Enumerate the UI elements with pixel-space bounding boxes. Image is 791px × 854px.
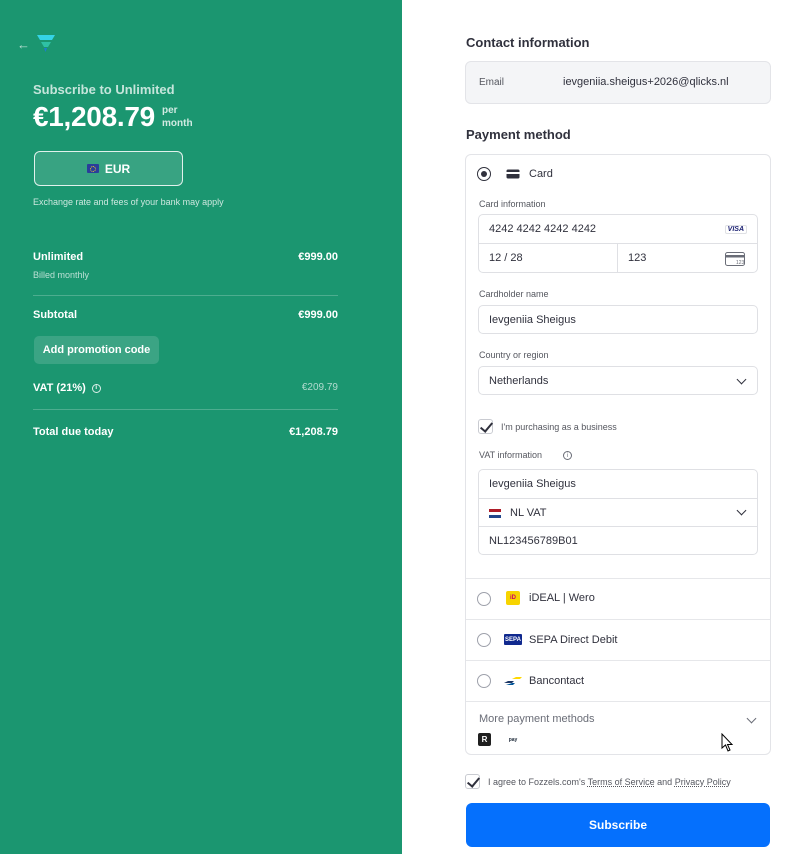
bancontact-label: Bancontact	[529, 675, 585, 687]
email-label: Email	[479, 77, 505, 88]
cardholder-value: Ievgeniia Sheigus	[489, 313, 576, 326]
expiry-value: 12 / 28	[489, 252, 523, 264]
vat-info-label: VAT information	[479, 450, 543, 460]
cardholder-label: Cardholder name	[479, 289, 549, 299]
cvc-card-icon: 123	[725, 252, 745, 266]
business-label: I'm purchasing as a business	[501, 422, 617, 432]
privacy-link[interactable]: Privacy Policy	[675, 777, 731, 787]
chevron-down-icon	[736, 505, 747, 516]
per-label: per	[162, 105, 178, 116]
vat-name-input[interactable]: Ievgeniia Sheigus	[478, 469, 758, 499]
email-value: ievgeniia.sheigus+2026@qlicks.nl	[563, 76, 729, 88]
plan-name: Unlimited	[33, 251, 84, 263]
vat-type-value: NL VAT	[510, 507, 547, 519]
subscribe-title: Subscribe to Unlimited	[33, 82, 175, 97]
plan-price: €999.00	[298, 251, 338, 263]
terms-text: I agree to Fozzels.com's Terms of Servic…	[488, 777, 731, 787]
revolut-pay-icon: R	[478, 733, 491, 746]
bancontact-icon	[504, 677, 522, 685]
country-select[interactable]: Netherlands	[478, 366, 758, 395]
terms-link[interactable]: Terms of Service	[588, 777, 655, 787]
svg-text:123: 123	[736, 260, 745, 266]
nl-flag-icon	[489, 509, 501, 518]
price-period: per month	[162, 104, 193, 130]
expiry-input[interactable]: 12 / 28	[478, 243, 618, 273]
terms-checkbox[interactable]	[465, 774, 480, 789]
divider	[466, 619, 770, 620]
info-icon[interactable]: i	[91, 383, 101, 393]
arrow-left-icon[interactable]: ←	[17, 37, 30, 52]
sepa-icon: SEPA	[504, 634, 522, 645]
and-text: and	[657, 777, 673, 787]
ideal-icon: iD	[506, 591, 520, 605]
total-value: €1,208.79	[289, 426, 338, 438]
country-value: Netherlands	[489, 374, 549, 387]
visa-icon: VISA	[724, 225, 747, 234]
subtotal-line: Subtotal €999.00	[33, 309, 338, 321]
info-icon[interactable]: i	[563, 451, 572, 460]
divider	[466, 701, 770, 702]
business-checkbox[interactable]	[478, 419, 493, 434]
order-summary-panel: ← Subscribe to Unlimited €1,208.79 per m…	[0, 0, 402, 854]
ideal-label: iDEAL | Wero	[529, 592, 595, 604]
cardholder-input[interactable]: Ievgeniia Sheigus	[478, 305, 758, 334]
cvc-input[interactable]: 123 123	[617, 243, 758, 273]
vat-value: €209.79	[301, 382, 338, 393]
vat-label: VAT (21%)	[33, 382, 86, 394]
chevron-down-icon	[736, 374, 747, 385]
currency-button[interactable]: EUR	[34, 151, 183, 186]
add-promotion-code-button[interactable]: Add promotion code	[34, 336, 159, 364]
card-number-value: 4242 4242 4242 4242	[489, 223, 597, 235]
sepa-radio[interactable]	[477, 633, 491, 647]
total-price: €1,208.79	[33, 101, 155, 132]
ideal-radio[interactable]	[477, 592, 491, 606]
total-line: Total due today €1,208.79	[33, 426, 338, 438]
brand-logo	[37, 35, 55, 52]
divider	[33, 409, 338, 410]
vat-number-input[interactable]: NL123456789B01	[478, 526, 758, 555]
country-label: Country or region	[479, 350, 549, 360]
cvc-value: 123	[628, 252, 647, 264]
vat-type-select[interactable]: NL VAT	[478, 498, 758, 527]
sepa-label: SEPA Direct Debit	[529, 634, 618, 646]
card-icon	[506, 169, 520, 179]
subscribe-button[interactable]: Subscribe	[466, 803, 770, 847]
currency-label: EUR	[104, 161, 131, 176]
plan-billing: Billed monthly	[33, 270, 90, 280]
amazon-pay-icon: pay	[508, 736, 518, 743]
contact-heading: Contact information	[466, 35, 590, 50]
card-number-input[interactable]: 4242 4242 4242 4242 VISA	[478, 214, 758, 244]
divider	[466, 578, 770, 579]
agree-prefix: I agree to Fozzels.com's	[488, 777, 586, 787]
vat-line: VAT (21%) i €209.79	[33, 382, 338, 394]
total-label: Total due today	[33, 426, 114, 438]
divider	[33, 295, 338, 296]
card-info-label: Card information	[479, 199, 546, 209]
more-payment-methods[interactable]: More payment methods	[479, 713, 595, 725]
email-field[interactable]: Email ievgeniia.sheigus+2026@qlicks.nl	[465, 61, 771, 104]
payment-heading: Payment method	[466, 127, 571, 142]
card-label: Card	[529, 168, 553, 180]
vat-number-value: NL123456789B01	[489, 534, 578, 547]
plan-line: Unlimited €999.00	[33, 251, 338, 263]
mouse-cursor-icon	[721, 733, 734, 752]
card-radio[interactable]	[477, 167, 491, 181]
divider	[466, 660, 770, 661]
vat-name-value: Ievgeniia Sheigus	[489, 478, 576, 490]
eu-flag-icon	[86, 164, 99, 173]
subtotal-label: Subtotal	[33, 309, 77, 321]
exchange-note: Exchange rate and fees of your bank may …	[33, 197, 224, 207]
month-label: month	[162, 118, 193, 129]
subtotal-value: €999.00	[298, 309, 338, 321]
bancontact-radio[interactable]	[477, 674, 491, 688]
